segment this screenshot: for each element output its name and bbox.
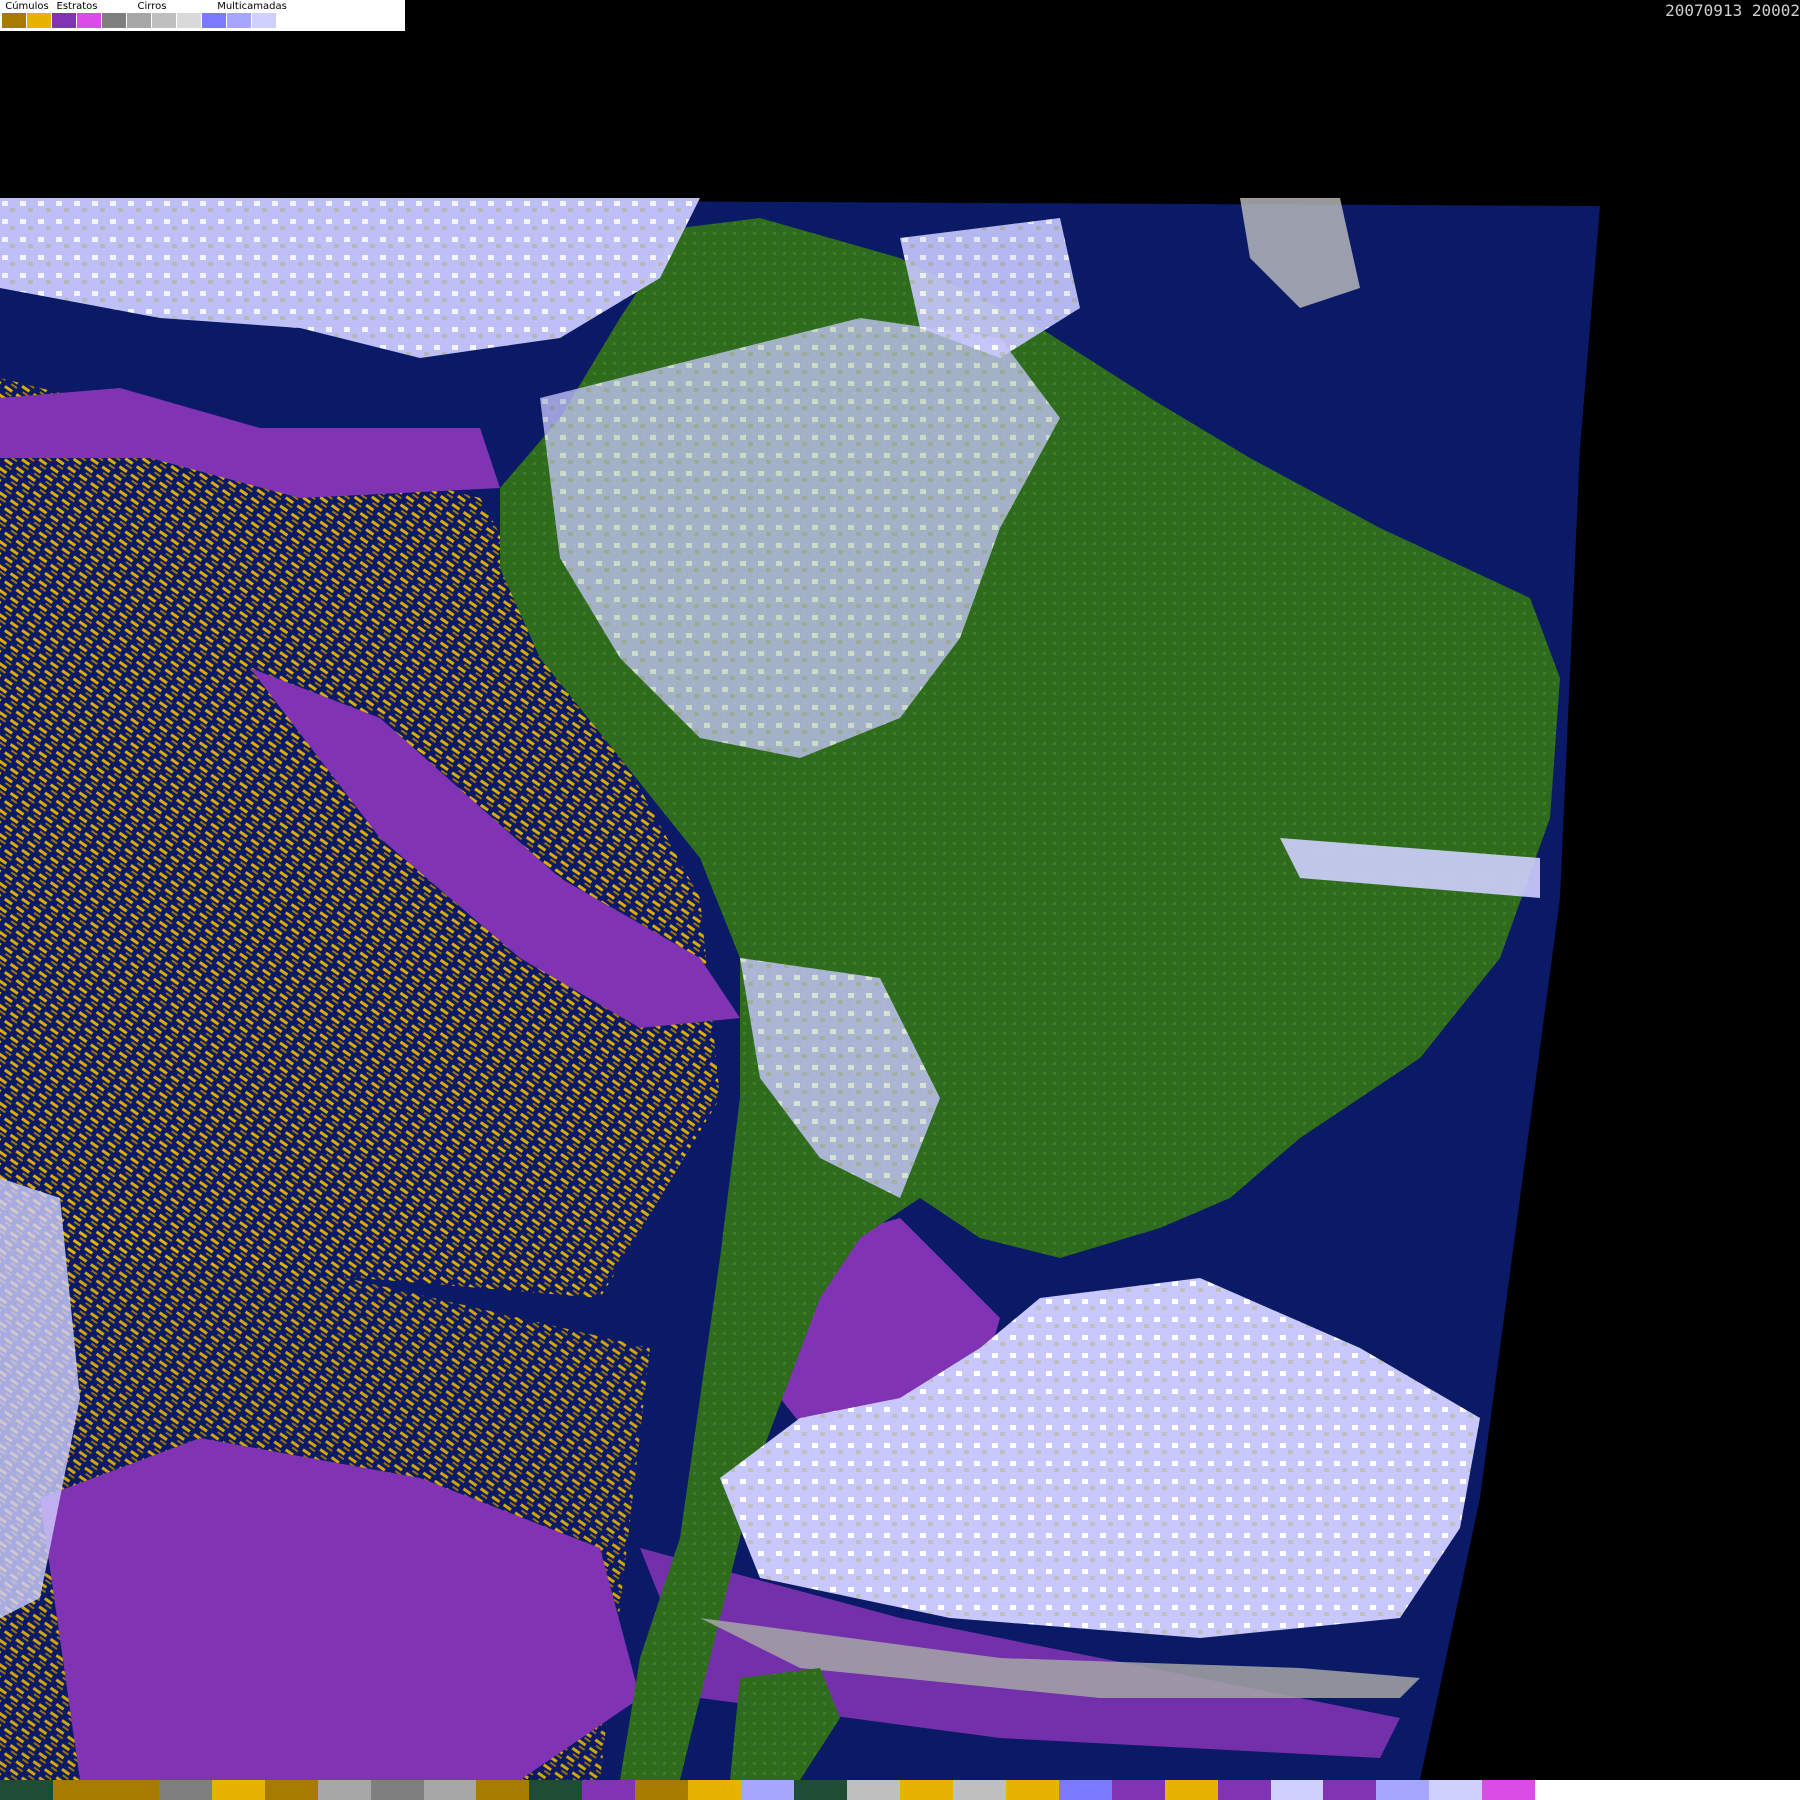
strip-cell	[1482, 1780, 1536, 1800]
legend-label: Cúmulos	[5, 1, 49, 12]
strip-cell	[1588, 1780, 1642, 1800]
legend-label: Multicamadas	[217, 1, 287, 12]
legend-swatch	[227, 13, 252, 28]
legend-swatch	[252, 13, 277, 28]
legend-swatch	[27, 13, 52, 28]
strip-cell	[1429, 1780, 1483, 1800]
strip-cell	[1376, 1780, 1430, 1800]
legend-swatch	[177, 13, 202, 28]
strip-cell	[529, 1780, 583, 1800]
legend-group-0: Cúmulos	[2, 0, 52, 31]
strip-cell	[1217, 1780, 1271, 1800]
strip-cell	[423, 1780, 477, 1800]
legend: Cúmulos Estratos Cirros Multicamadas	[0, 0, 407, 32]
satellite-map	[0, 198, 1600, 1780]
strip-cell	[1746, 1780, 1800, 1800]
strip-cell	[1164, 1780, 1218, 1800]
legend-label: Cirros	[137, 1, 167, 12]
strip-cell	[741, 1780, 795, 1800]
strip-cell	[847, 1780, 900, 1800]
legend-group-2: Cirros	[102, 0, 202, 31]
strip-cell	[1005, 1780, 1059, 1800]
legend-swatch	[277, 13, 302, 28]
strip-cell	[1694, 1780, 1747, 1800]
strip-cell	[476, 1780, 530, 1800]
legend-group-1: Estratos	[52, 0, 102, 31]
legend-swatch	[2, 13, 27, 28]
strip-cell	[1535, 1780, 1589, 1800]
legend-group-3: Multicamadas	[202, 0, 302, 31]
strip-cell	[1323, 1780, 1377, 1800]
strip-cell	[0, 1780, 53, 1800]
legend-swatch	[127, 13, 152, 28]
timestamp: 20070913 20002	[1665, 1, 1800, 20]
strip-cell	[1058, 1780, 1112, 1800]
strip-cell	[899, 1780, 953, 1800]
strip-cell	[158, 1780, 212, 1800]
strip-cell	[1270, 1780, 1324, 1800]
strip-cell	[952, 1780, 1006, 1800]
strip-cell	[105, 1780, 159, 1800]
strip-cell	[370, 1780, 424, 1800]
strip-cell	[635, 1780, 689, 1800]
strip-cell	[1111, 1780, 1165, 1800]
legend-swatch	[52, 13, 77, 28]
strip-cell	[688, 1780, 742, 1800]
strip-cell	[52, 1780, 106, 1800]
strip-cell	[582, 1780, 636, 1800]
legend-label: Estratos	[56, 1, 98, 12]
strip-cell	[317, 1780, 371, 1800]
legend-swatch	[102, 13, 127, 28]
legend-swatch	[77, 13, 102, 28]
strip-cell	[211, 1780, 265, 1800]
bottom-color-strip	[0, 1780, 1800, 1800]
strip-cell	[1641, 1780, 1694, 1800]
strip-cell	[264, 1780, 318, 1800]
legend-swatch	[202, 13, 227, 28]
legend-swatch	[152, 13, 177, 28]
strip-cell	[794, 1780, 847, 1800]
